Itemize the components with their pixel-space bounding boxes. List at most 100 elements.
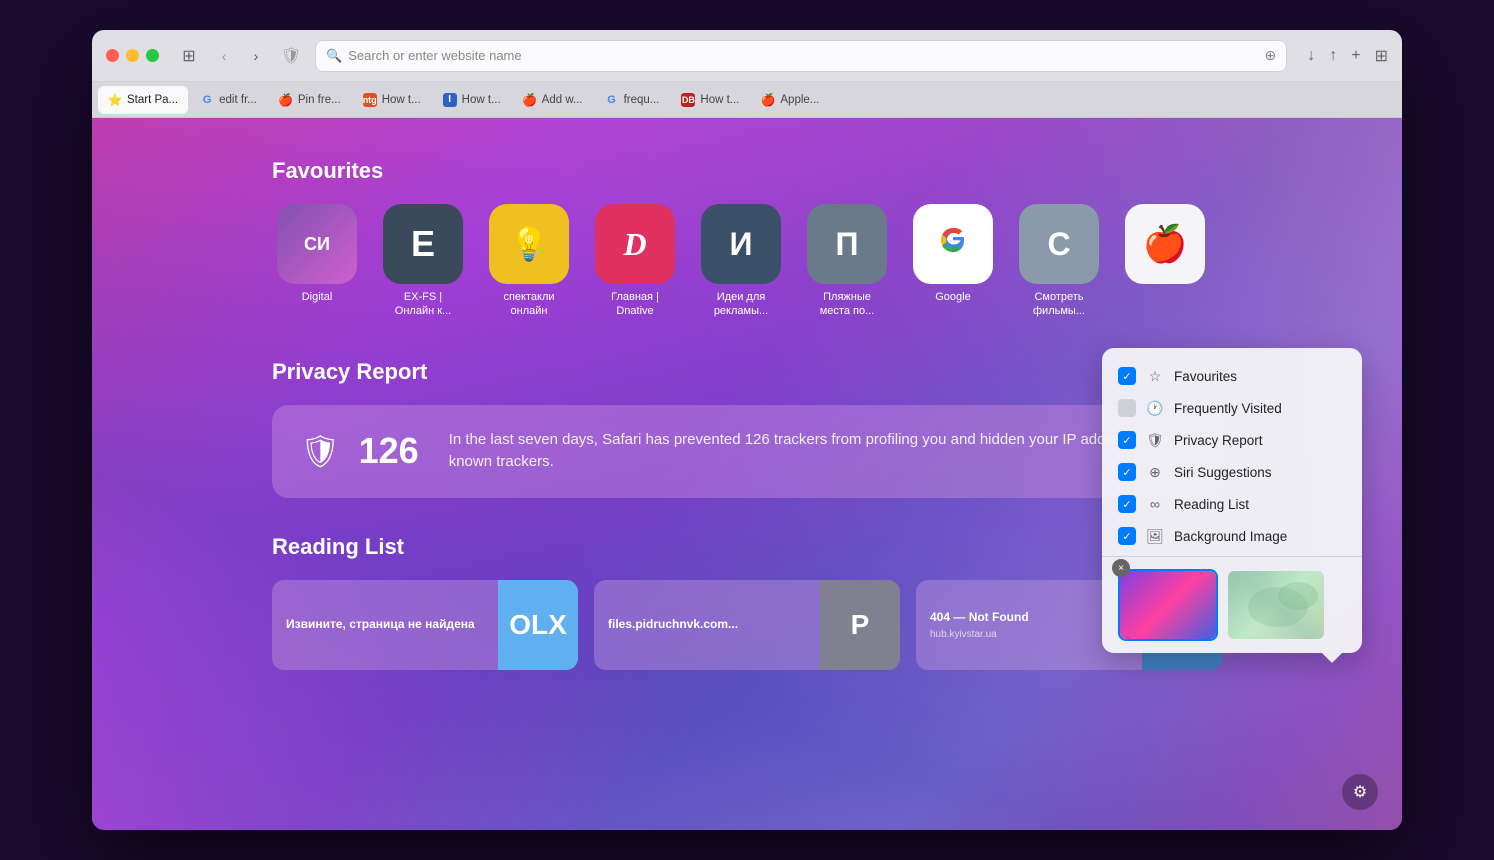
menu-item-privacy-report[interactable]: ✓ 🛡 Privacy Report [1102,424,1362,456]
tab-favicon-ntg: ntg [363,93,377,107]
menu-label-background-image: Background Image [1174,529,1287,544]
reading-card-content-1: Извините, страница не найдена [272,580,498,670]
favourites-grid: СИ Digital Е EX-FS | Онлайн к... 💡 с [272,204,1222,319]
star-icon: ☆ [1146,368,1164,385]
customize-button[interactable]: ⚙ [1342,774,1378,810]
fav-item-exfs[interactable]: Е EX-FS | Онлайн к... [378,204,468,319]
favourites-title: Favourites [272,158,1222,184]
tab-label: edit fr... [219,94,257,106]
forward-button[interactable]: › [245,45,267,67]
checkbox-privacy-report[interactable]: ✓ [1118,431,1136,449]
bg-thumb-1[interactable] [1118,569,1218,641]
fav-item-idei[interactable]: И Идеи для рекламы... [696,204,786,319]
fav-item-glavnaya[interactable]: D Главная | Dnative [590,204,680,319]
menu-item-reading-list[interactable]: ✓ ∞ Reading List [1102,488,1362,520]
checkbox-background-image[interactable]: ✓ [1118,527,1136,545]
fav-item-digital[interactable]: СИ Digital [272,204,362,319]
fav-item-plyazh[interactable]: П Пляжные места по... [802,204,892,319]
privacy-report-title: Privacy Report [272,359,1222,385]
tab-favicon-google2: G [605,93,619,107]
menu-label-frequently-visited: Frequently Visited [1174,401,1282,416]
menu-item-favourites[interactable]: ✓ ☆ Favourites [1102,360,1362,392]
fav-label-smotret: Смотреть фильмы... [1019,290,1099,319]
siri-icon: ⊕ [1146,464,1164,481]
fav-item-apple[interactable]: 🍎 [1120,204,1210,319]
tab-overview-button[interactable]: ⊞ [1375,46,1388,66]
shield-button[interactable]: 🛡 [277,42,305,70]
shield-menu-icon: 🛡 [1146,432,1164,449]
menu-item-frequently-visited[interactable]: 🕐 Frequently Visited [1102,392,1362,424]
fav-label-google: Google [935,290,970,304]
checkmark-icon: ✓ [1122,530,1131,543]
fav-label-digital: Digital [302,290,333,304]
fav-item-smotret[interactable]: С Смотреть фильмы... [1014,204,1104,319]
menu-label-reading-list: Reading List [1174,497,1249,512]
bg-close-button[interactable]: × [1112,559,1130,577]
reading-card-1[interactable]: Извините, страница не найдена OLX [272,580,578,670]
menu-label-favourites: Favourites [1174,369,1237,384]
reading-list-title: Reading List [272,534,1222,560]
image-icon: 🖼 [1146,528,1164,545]
reading-card-title-3: 404 — Not Found [930,609,1128,626]
tab-edit[interactable]: G edit fr... [190,86,267,114]
checkbox-frequently-visited[interactable] [1118,399,1136,417]
tab-apple[interactable]: 🍎 Apple... [751,86,829,114]
checkbox-reading-list[interactable]: ✓ [1118,495,1136,513]
reading-card-content-2: files.pidruchnvk.com... [594,580,820,670]
minimize-button[interactable] [126,49,139,62]
back-button[interactable]: ‹ [213,45,235,67]
reading-card-url-3: hub.kyivstar.ua [930,629,1128,640]
close-button[interactable] [106,49,119,62]
tab-add[interactable]: 🍎 Add w... [513,86,593,114]
checkbox-favourites[interactable]: ✓ [1118,367,1136,385]
fav-icon-plyazh: П [807,204,887,284]
search-bar[interactable]: 🔍 Search or enter website name ⊕ [315,40,1287,72]
checkbox-siri-suggestions[interactable]: ✓ [1118,463,1136,481]
new-tab-button[interactable]: + [1351,46,1360,66]
tab-label: Add w... [542,94,583,106]
menu-item-background-image[interactable]: ✓ 🖼 Background Image [1102,520,1362,552]
fav-item-spektakli[interactable]: 💡 спектакли онлайн [484,204,574,319]
fav-icon-exfs: Е [383,204,463,284]
checkmark-icon: ✓ [1122,466,1131,479]
menu-divider [1102,556,1362,557]
tab-how1[interactable]: ntg How t... [353,86,431,114]
share-button[interactable]: ↑ [1329,46,1337,66]
tab-favicon-star: ⭐ [108,93,122,107]
tab-favicon-db: DB [681,93,695,107]
reading-card-2[interactable]: files.pidruchnvk.com... P [594,580,900,670]
menu-item-siri-suggestions[interactable]: ✓ ⊕ Siri Suggestions [1102,456,1362,488]
tab-start-page[interactable]: ⭐ Start Pa... [98,86,188,114]
main-content: Favourites СИ Digital Е EX-FS | Онлайн к… [92,118,1402,830]
tab-pin[interactable]: 🍎 Pin fre... [269,86,351,114]
tab-how3[interactable]: DB How t... [671,86,749,114]
menu-label-privacy-report: Privacy Report [1174,433,1263,448]
checkmark-icon: ✓ [1122,370,1131,383]
fav-icon-smotret: С [1019,204,1099,284]
dropdown-caret [1322,653,1342,663]
privacy-count: 126 [359,430,419,472]
tab-frequ[interactable]: G frequ... [595,86,670,114]
reading-card-thumb-1: OLX [498,580,578,670]
dropdown-menu: ✓ ☆ Favourites 🕐 Frequently Visited ✓ 🛡 … [1102,348,1362,653]
bg-thumb-2[interactable] [1226,569,1326,641]
tab-label: How t... [462,94,501,106]
maximize-button[interactable] [146,49,159,62]
tab-favicon-i: I [443,93,457,107]
tab-label: Pin fre... [298,94,341,106]
privacy-shield-icon: 🛡 [300,432,341,470]
toolbar-icons: ↓ ↑ + ⊞ [1307,46,1388,66]
tab-favicon-apple2: 🍎 [523,93,537,107]
fav-label-idei: Идеи для рекламы... [701,290,781,319]
tab-label: How t... [700,94,739,106]
fav-label-spektakli: спектакли онлайн [489,290,569,319]
checkmark-icon: ✓ [1122,434,1131,447]
checkmark-icon: ✓ [1122,498,1131,511]
download-button[interactable]: ↓ [1307,46,1315,66]
privacy-card[interactable]: 🛡 126 In the last seven days, Safari has… [272,405,1222,498]
tab-how2[interactable]: I How t... [433,86,511,114]
fav-icon-glavnaya: D [595,204,675,284]
fav-item-google[interactable]: Google [908,204,998,319]
fav-label-exfs: EX-FS | Онлайн к... [383,290,463,319]
sidebar-toggle-button[interactable]: ⊞ [175,46,203,66]
